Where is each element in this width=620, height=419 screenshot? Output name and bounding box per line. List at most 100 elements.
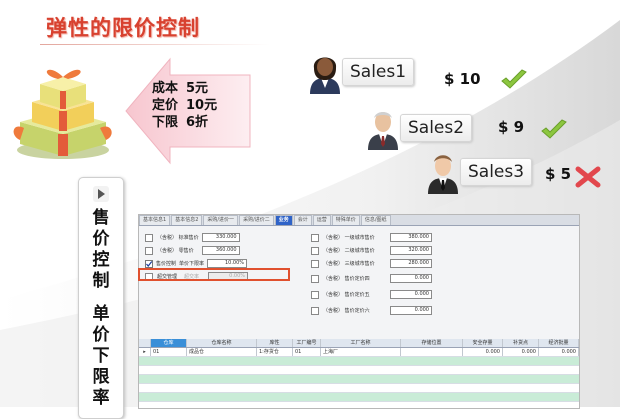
price4-label: （含税） 售价定价四 [323,276,370,282]
tab-purchase-1[interactable]: 采购/进价一 [203,215,239,225]
col-header[interactable]: 库性 [257,339,293,347]
tier3-input[interactable]: 280.000 [390,259,432,268]
table-cell[interactable]: 01 [293,348,321,356]
sales3-amount: $ 5 [545,165,572,183]
col-header[interactable]: 安全存量 [463,339,503,347]
price-control-highlight-box [138,268,290,281]
col-header[interactable]: 存储位置 [401,339,463,347]
lower-limit-rate-input[interactable]: 10.00% [207,259,248,268]
table-cell[interactable]: 1:存货仓 [257,348,293,356]
list-price-value: 10元 [186,98,218,113]
page-title: 弹性的限价控制 [46,16,200,40]
side-char: 制 [92,271,110,291]
tier3-checkbox[interactable] [311,259,319,268]
side-char: 率 [92,388,110,408]
price-control-checkbox[interactable] [145,259,153,268]
col-header[interactable]: 仓库名称 [187,339,257,347]
table-row[interactable]: ▸ 01 成品仓 1:存货仓 01 上海厂 0.000 0.000 0.000 [139,348,579,357]
price5-checkbox[interactable] [311,290,319,299]
businessman-avatar-icon [428,155,458,194]
tab-accounting[interactable]: 会计 [293,215,312,225]
cost-value: 5元 [186,81,209,96]
floor-label: 下限 [152,115,179,130]
salesperson-2: Sales2 [364,106,473,150]
tier1-input[interactable]: 380.000 [390,233,432,242]
side-char: 限 [92,367,110,387]
check-icon [501,69,527,89]
standard-price-checkbox[interactable] [145,233,153,242]
table-cell[interactable]: 上海厂 [321,348,401,356]
price4-row: （含税） 售价定价四 0.000 [311,274,432,283]
table-cell[interactable]: 0.000 [539,348,579,356]
tab-info[interactable]: 信息/图纸 [360,215,391,225]
warehouse-grid: 仓库 仓库名称 库性 工厂编号 工厂名称 存储位置 安全存量 补货点 经济批量 … [139,339,579,408]
salesperson-1: Sales1 [306,50,415,94]
col-header[interactable]: 补货点 [503,339,539,347]
tier1-label: （含税） 一级城市售价 [323,235,375,241]
price-control-row: 售价控制 单价下限率 10.00% [145,259,248,268]
tier2-price-row: （含税） 二级城市售价 320.000 [311,246,432,255]
pricing-summary: 成本 5元 定价 10元 下限 6折 [152,80,217,131]
tier2-input[interactable]: 320.000 [390,246,432,255]
col-header[interactable]: 工厂编号 [293,339,321,347]
table-cell[interactable]: 成品仓 [187,348,257,356]
price4-checkbox[interactable] [311,274,319,283]
empty-row[interactable] [139,384,579,393]
salesperson-3: Sales3 [424,150,533,194]
table-cell[interactable]: 0.000 [463,348,503,356]
side-label-text: 售 价 控 制 单 价 下 限 率 [79,208,123,409]
floor-value: 6折 [186,115,209,130]
grid-header: 仓库 仓库名称 库性 工厂编号 工厂名称 存储位置 安全存量 补货点 经济批量 [139,339,579,348]
cost-label: 成本 [152,81,179,96]
businesswoman-avatar-icon [310,57,340,94]
price6-checkbox[interactable] [311,306,319,315]
tab-basic-1[interactable]: 基本信息1 [139,215,171,225]
retail-price-input[interactable]: 360.000 [201,246,240,255]
sales1-amount: $ 10 [444,70,481,88]
price5-row: （含税） 售价定价五 0.000 [311,290,432,299]
retail-price-checkbox[interactable] [145,246,153,255]
salesperson-name: Sales2 [400,114,473,142]
tier1-price-row: （含税） 一级城市售价 380.000 [311,233,432,242]
sales2-amount: $ 9 [498,118,525,136]
cost-line: 成本 5元 [152,80,217,97]
table-cell[interactable] [401,348,463,356]
tab-operations[interactable]: 运营 [312,215,331,225]
price-control-label: 售价控制 [156,261,177,267]
title-underline [40,44,270,45]
price5-input[interactable]: 0.000 [390,290,432,299]
col-header[interactable]: 工厂名称 [321,339,401,347]
tier2-checkbox[interactable] [311,246,319,255]
tab-basic-2[interactable]: 基本信息2 [171,215,203,225]
price6-row: （含税） 售价定价六 0.000 [311,306,432,315]
lower-limit-rate-label: 单价下限率 [179,261,205,267]
standard-price-input[interactable]: 330.000 [201,233,240,242]
list-price-line: 定价 10元 [152,97,217,114]
floor-line: 下限 6折 [152,114,217,131]
side-char: 售 [92,208,110,228]
empty-row[interactable] [139,375,579,384]
tier1-checkbox[interactable] [311,233,319,242]
price5-label: （含税） 售价定价五 [323,292,370,298]
empty-row[interactable] [139,366,579,375]
list-price-label: 定价 [152,98,179,113]
tier3-label: （含税） 三级城市售价 [323,261,375,267]
col-header[interactable]: 仓库 [151,339,187,347]
col-header[interactable]: 经济批量 [539,339,579,347]
price4-input[interactable]: 0.000 [390,274,432,283]
empty-row[interactable] [139,357,579,366]
retail-price-row: （含税） 零售价 360.000 [145,246,240,255]
check-icon [541,119,567,139]
table-cell[interactable]: 0.000 [503,348,539,356]
salesperson-name: Sales1 [342,58,415,86]
side-label-panel: 售 价 控 制 单 价 下 限 率 [78,177,124,419]
row-pointer: ▸ [139,348,151,356]
tab-business[interactable]: 业务 [274,215,293,225]
table-cell[interactable]: 01 [151,348,187,356]
price6-input[interactable]: 0.000 [390,306,432,315]
tab-purchase-2[interactable]: 采购/进价二 [239,215,274,225]
side-char: 控 [92,250,110,270]
gift-box-icon [13,69,112,159]
tab-special-price[interactable]: 特殊单价 [331,215,360,225]
empty-row[interactable] [139,393,579,402]
